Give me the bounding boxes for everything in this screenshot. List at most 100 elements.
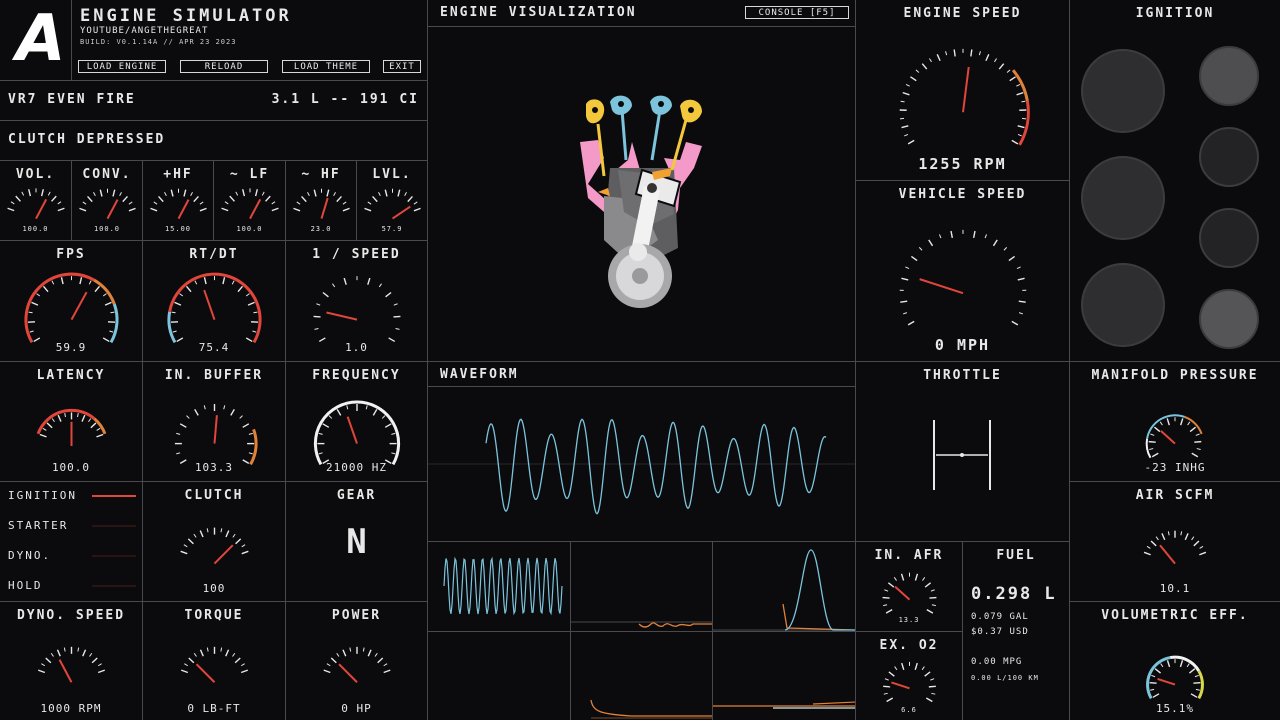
gauge-tick — [183, 544, 188, 548]
gauge-tick — [924, 671, 931, 677]
gauge-tick — [1151, 452, 1159, 458]
gauge-tick — [109, 330, 114, 333]
gauge-tick — [404, 192, 407, 197]
gauge-needle — [177, 199, 190, 220]
load-theme-button[interactable]: LOAD THEME — [282, 60, 370, 73]
gauge-tick — [1149, 448, 1154, 450]
gauge-tick — [1191, 536, 1195, 541]
gauge-tick — [994, 58, 997, 63]
gauge-tick — [1184, 533, 1189, 541]
gauge-tick — [313, 189, 317, 197]
gauge-tick — [1149, 681, 1157, 684]
input-buffer-panel: IN. BUFFER 103.3 — [143, 362, 286, 482]
gauge-tick — [7, 207, 15, 212]
gauge-arc — [249, 428, 258, 466]
fuel-l100km: 0.00 L/100 KM — [971, 674, 1039, 682]
gauge-tick — [336, 195, 342, 203]
gauge-tick — [122, 195, 128, 203]
gauge-tick — [293, 207, 301, 212]
gauge-tick — [1199, 551, 1207, 556]
gauge-tick — [1151, 674, 1156, 678]
gauge-tick — [97, 669, 106, 674]
gauge-tick — [271, 207, 279, 212]
gauge-tick — [1018, 300, 1026, 303]
gauge-tick — [1153, 426, 1161, 433]
gauge-value: 13.3 — [898, 616, 920, 624]
gauge-tick — [364, 207, 372, 212]
manifold-pressure-panel: MANIFOLD PRESSURE -23 INHG — [1070, 362, 1280, 482]
gauge-value: 10.1 — [1159, 582, 1191, 595]
gauge-arc — [1184, 416, 1203, 435]
gauge-tick — [28, 311, 33, 314]
build-info: BUILD: V0.1.14A // APR 23 2023 — [80, 38, 237, 46]
status-hold-indicator — [92, 585, 136, 587]
gauge-tick — [261, 191, 265, 196]
gauge-tick — [193, 533, 197, 538]
gauge-needle — [213, 544, 234, 565]
gauge-tick — [82, 649, 87, 657]
gauge-value: 21000 HZ — [326, 461, 387, 474]
load-engine-button[interactable]: LOAD ENGINE — [78, 60, 166, 73]
gauge-tick — [907, 320, 915, 326]
gauge-tick — [901, 277, 909, 281]
gauge-tick — [104, 301, 112, 306]
gauge-value: 100.0 — [51, 461, 91, 474]
gauge-tick — [333, 192, 336, 197]
gauge-tick — [323, 669, 331, 674]
gear-label: GEAR — [336, 488, 377, 503]
gauge-tick — [378, 283, 382, 288]
gauge-tick — [307, 192, 310, 197]
gauge-tick — [222, 277, 226, 285]
gauge-tick — [1195, 688, 1200, 691]
gauge-tick — [883, 685, 891, 688]
gauge-tick — [1003, 247, 1008, 251]
gauge-tick — [1006, 69, 1011, 73]
gauge-tick — [984, 234, 988, 239]
gauge-tick — [29, 330, 34, 333]
gauge-tick — [184, 663, 189, 667]
cylinder-1-indicator — [1081, 49, 1165, 133]
gauge-tick — [393, 303, 398, 306]
gauge-tick — [918, 247, 923, 251]
gauge-tick — [1017, 125, 1025, 129]
gauge-tick — [378, 192, 381, 197]
gauge-value: 100 — [202, 582, 226, 595]
gauge-tick — [51, 280, 55, 285]
gauge-value: 1000 RPM — [40, 702, 102, 715]
gauge-tick — [930, 589, 935, 592]
gauge-arc — [1146, 656, 1171, 700]
gauge-needle — [195, 663, 216, 683]
gauge-tick — [901, 125, 909, 129]
gauge-tick — [77, 647, 80, 652]
gauge-tick — [186, 415, 190, 419]
exit-button[interactable]: EXIT — [383, 60, 421, 73]
gauge-tick — [1186, 663, 1190, 668]
gauge-value: -23 INHG — [1144, 461, 1206, 474]
gauge-tick — [900, 573, 905, 581]
gauge-tick — [884, 589, 889, 592]
gauge-tick — [179, 293, 184, 297]
gauge-tick — [235, 191, 239, 196]
gauge-tick — [1193, 540, 1200, 547]
gauge-needle — [391, 205, 411, 220]
gauge-tick — [362, 647, 365, 652]
gauge-tick — [241, 544, 246, 548]
gauge-tick — [245, 293, 250, 297]
gauge-tick — [342, 649, 347, 657]
scope-1 — [428, 542, 571, 632]
gear-value: N — [346, 522, 367, 562]
audio-meter-hf-plus: +HF 15.00 — [143, 161, 214, 241]
gauge-tick — [985, 54, 990, 62]
gauge-tick — [900, 100, 905, 103]
fps-panel: FPS 59.9 — [0, 241, 143, 362]
gauge-tick — [199, 649, 204, 657]
gauge-needle — [213, 415, 218, 444]
gauge-tick — [978, 51, 981, 56]
panel-title: FUEL — [996, 548, 1036, 563]
gauge-tick — [93, 192, 96, 197]
meter-value: 100.0 — [22, 225, 49, 233]
gauge-tick — [1194, 440, 1202, 443]
gauge-arc — [313, 400, 401, 466]
reload-button[interactable]: RELOAD — [180, 60, 268, 73]
gauge-tick — [393, 315, 401, 318]
